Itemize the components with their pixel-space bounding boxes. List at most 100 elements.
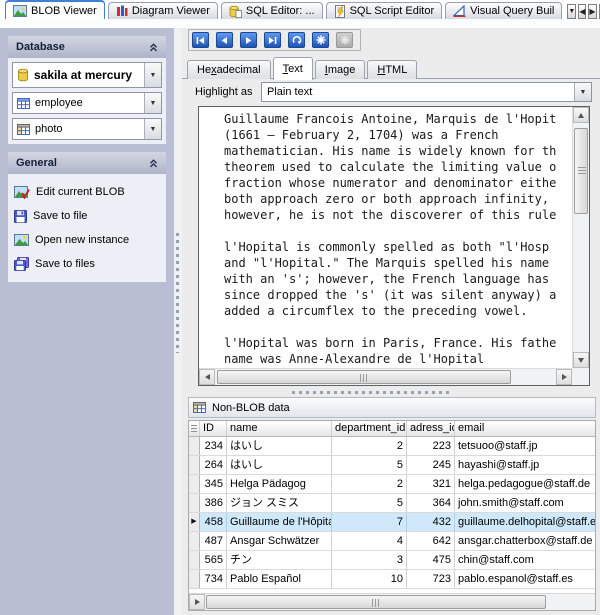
scroll-left-button[interactable] <box>199 369 215 385</box>
save-to-file-link[interactable]: Save to file <box>14 204 160 228</box>
table-row[interactable]: ▶458Guillaume de l'Hôpital7432guillaume.… <box>189 513 595 532</box>
grid-horizontal-scroll-thumb[interactable] <box>206 595 546 609</box>
dropdown-arrow-button[interactable]: ▼ <box>144 93 161 113</box>
cell-department_id[interactable]: 4 <box>332 532 407 550</box>
cell-department_id[interactable]: 10 <box>332 570 407 588</box>
cell-email[interactable]: guillaume.delhopital@staff.es <box>455 513 595 531</box>
cell-adress_id[interactable]: 723 <box>407 570 455 588</box>
cell-adress_id[interactable]: 475 <box>407 551 455 569</box>
table-row[interactable]: 565チン3475chin@staff.com <box>189 551 595 570</box>
cell-ID[interactable]: 487 <box>200 532 227 550</box>
vertical-scroll-thumb[interactable] <box>574 128 588 214</box>
scroll-down-button[interactable] <box>573 352 589 368</box>
column-header-id[interactable]: ID <box>200 421 227 436</box>
cell-ID[interactable]: 458 <box>200 513 227 531</box>
cell-department_id[interactable]: 5 <box>332 494 407 512</box>
cell-email[interactable]: tetsuoo@staff.jp <box>455 437 595 455</box>
column-header-email[interactable]: email <box>455 421 595 436</box>
row-indicator[interactable] <box>189 475 200 493</box>
cell-name[interactable]: Ansgar Schwätzer <box>227 532 332 550</box>
highlight-as-select[interactable]: Plain text ▼ <box>261 82 592 102</box>
row-indicator[interactable] <box>189 437 200 455</box>
row-indicator[interactable] <box>189 551 200 569</box>
blob-text-viewer[interactable]: Guillaume Francois Antoine, Marquis de l… <box>198 106 590 386</box>
row-indicator[interactable] <box>189 532 200 550</box>
table-select[interactable]: employee ▼ <box>12 92 162 114</box>
cell-adress_id[interactable]: 223 <box>407 437 455 455</box>
cell-ID[interactable]: 345 <box>200 475 227 493</box>
tab-sql-script-editor[interactable]: SQL Script Editor <box>326 2 443 19</box>
cell-department_id[interactable]: 5 <box>332 456 407 474</box>
cell-adress_id[interactable]: 321 <box>407 475 455 493</box>
scroll-right-button[interactable] <box>189 594 205 610</box>
first-record-button[interactable] <box>192 32 209 48</box>
cell-email[interactable]: chin@staff.com <box>455 551 595 569</box>
row-indicator[interactable] <box>189 456 200 474</box>
cell-email[interactable]: john.smith@staff.com <box>455 494 595 512</box>
scroll-right-button[interactable] <box>556 369 572 385</box>
cell-ID[interactable]: 234 <box>200 437 227 455</box>
edit-current-blob-link[interactable]: Edit current BLOB <box>14 180 160 204</box>
cell-adress_id[interactable]: 432 <box>407 513 455 531</box>
cell-adress_id[interactable]: 245 <box>407 456 455 474</box>
cell-email[interactable]: helga.pedagogue@staff.de <box>455 475 595 493</box>
prior-record-button[interactable] <box>216 32 233 48</box>
cell-email[interactable]: hayashi@staff.jp <box>455 456 595 474</box>
cell-department_id[interactable]: 7 <box>332 513 407 531</box>
tab-list-dropdown-button[interactable]: ▼ <box>567 4 576 19</box>
cell-ID[interactable]: 264 <box>200 456 227 474</box>
cell-name[interactable]: チン <box>227 551 332 569</box>
cell-name[interactable]: Guillaume de l'Hôpital <box>227 513 332 531</box>
column-header-department-id[interactable]: department_id <box>332 421 407 436</box>
row-indicator[interactable] <box>189 570 200 588</box>
cell-department_id[interactable]: 2 <box>332 437 407 455</box>
tab-text[interactable]: Text <box>273 57 313 80</box>
cell-name[interactable]: Pablo Español <box>227 570 332 588</box>
tab-html[interactable]: HTML <box>367 60 417 79</box>
sidebar-splitter[interactable] <box>174 28 182 615</box>
cell-adress_id[interactable]: 364 <box>407 494 455 512</box>
open-new-instance-link[interactable]: Open new instance <box>14 228 160 252</box>
tab-image[interactable]: Image <box>315 60 366 79</box>
tab-blob-viewer[interactable]: BLOB Viewer <box>5 0 105 19</box>
tab-scroll-right-button[interactable]: ▶ <box>588 4 596 19</box>
collapse-chevron-icon[interactable] <box>149 43 158 52</box>
field-select[interactable]: photo ▼ <box>12 118 162 140</box>
database-select[interactable]: sakila at mercury ▼ <box>12 62 162 88</box>
column-header-name[interactable]: name <box>227 421 332 436</box>
table-row[interactable]: 487Ansgar Schwätzer4642ansgar.chatterbox… <box>189 532 595 551</box>
save-to-files-link[interactable]: Save to files <box>14 252 160 276</box>
scroll-up-button[interactable] <box>573 107 589 123</box>
last-record-button[interactable] <box>264 32 281 48</box>
vertical-scrollbar[interactable] <box>572 107 589 368</box>
cell-ID[interactable]: 386 <box>200 494 227 512</box>
grid-splitter[interactable] <box>182 389 600 395</box>
column-header-adress-id[interactable]: adress_id <box>407 421 455 436</box>
table-row[interactable]: 345Helga Pädagog2321helga.pedagogue@staf… <box>189 475 595 494</box>
grid-horizontal-scrollbar[interactable] <box>189 593 595 610</box>
dropdown-arrow-button[interactable]: ▼ <box>574 83 591 101</box>
cell-name[interactable]: はいし <box>227 456 332 474</box>
tab-diagram-viewer[interactable]: Diagram Viewer <box>108 2 218 19</box>
cell-department_id[interactable]: 3 <box>332 551 407 569</box>
load-blob-button[interactable] <box>312 32 329 48</box>
cell-ID[interactable]: 565 <box>200 551 227 569</box>
table-row[interactable]: 734Pablo Español10723pablo.espanol@staff… <box>189 570 595 589</box>
blob-text-content[interactable]: Guillaume Francois Antoine, Marquis de l… <box>199 107 572 368</box>
table-row[interactable]: 386ジョン スミス5364john.smith@staff.com <box>189 494 595 513</box>
horizontal-scroll-thumb[interactable] <box>217 370 511 384</box>
table-row[interactable]: 264はいし5245hayashi@staff.jp <box>189 456 595 475</box>
cell-name[interactable]: はいし <box>227 437 332 455</box>
dropdown-arrow-button[interactable]: ▼ <box>144 63 161 87</box>
cell-name[interactable]: Helga Pädagog <box>227 475 332 493</box>
cell-department_id[interactable]: 2 <box>332 475 407 493</box>
tab-scroll-left-button[interactable]: ◀ <box>578 4 586 19</box>
cell-adress_id[interactable]: 642 <box>407 532 455 550</box>
tab-visual-query-builder[interactable]: Visual Query Buil <box>445 2 562 19</box>
table-row[interactable]: 234はいし2223tetsuoo@staff.jp <box>189 437 595 456</box>
cell-name[interactable]: ジョン スミス <box>227 494 332 512</box>
row-indicator[interactable] <box>189 494 200 512</box>
horizontal-scrollbar[interactable] <box>199 368 572 385</box>
collapse-chevron-icon[interactable] <box>149 159 158 168</box>
cell-email[interactable]: ansgar.chatterbox@staff.de <box>455 532 595 550</box>
